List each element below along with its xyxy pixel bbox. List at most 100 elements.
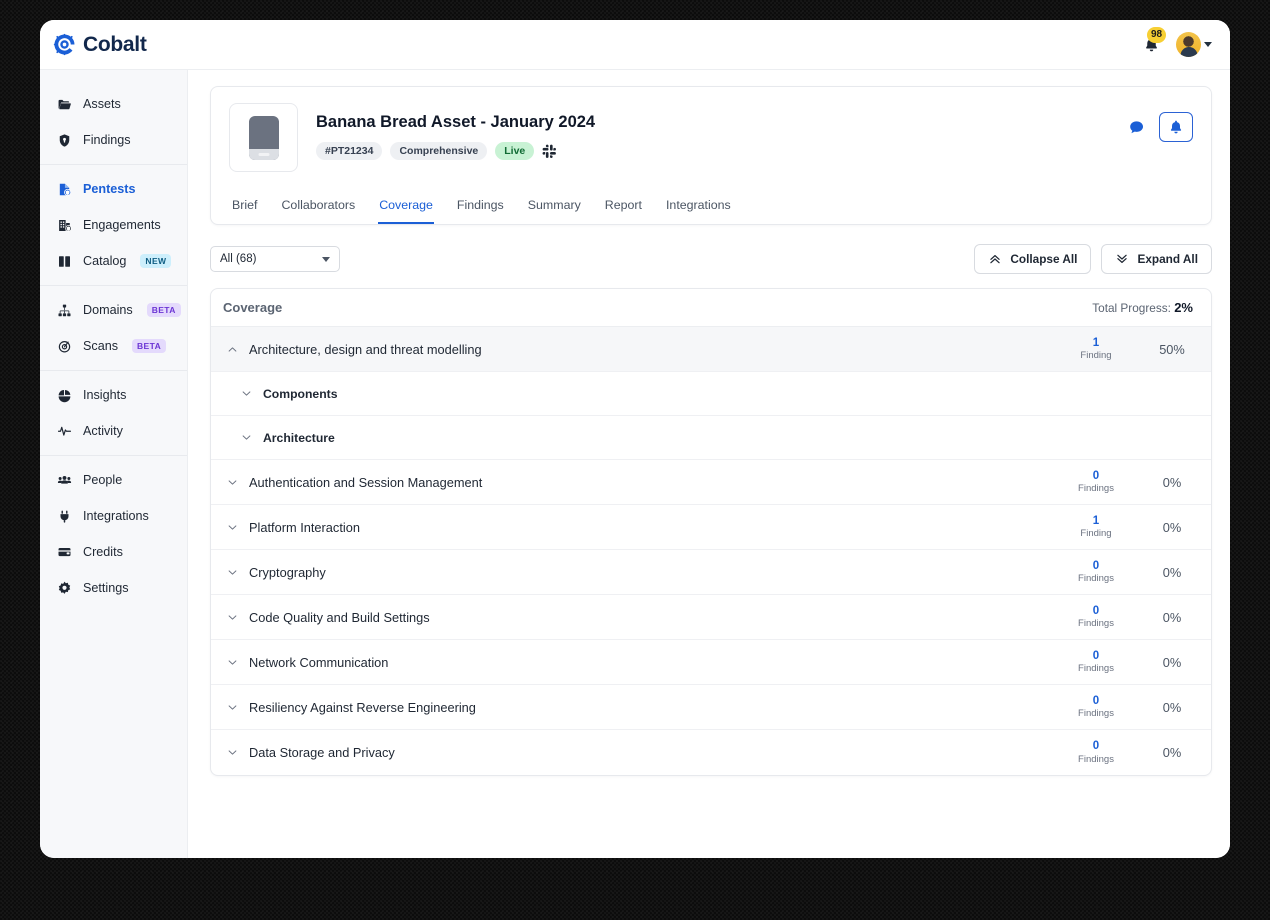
asset-thumbnail — [229, 103, 298, 172]
table-row[interactable]: Authentication and Session Management 0 … — [211, 460, 1211, 505]
top-bar: Cobalt 98 — [40, 20, 1230, 70]
body: Assets Findings Pentests Engagements Cat… — [40, 70, 1230, 858]
sidebar-group-1: Assets Findings — [40, 80, 187, 164]
findings-number: 0 — [1092, 649, 1100, 662]
sidebar-item-domains[interactable]: Domains BETA — [40, 292, 187, 328]
coverage-header-title: Coverage — [223, 300, 283, 315]
table-row[interactable]: Resiliency Against Reverse Engineering 0… — [211, 685, 1211, 730]
tab-collaborators[interactable]: Collaborators — [280, 192, 356, 224]
findings-number: 0 — [1092, 694, 1100, 707]
coverage-table: Coverage Total Progress: 2% Architecture… — [210, 288, 1212, 776]
findings-number: 0 — [1092, 740, 1100, 753]
findings-count[interactable]: 1 Finding — [1053, 514, 1139, 540]
sidebar-item-insights[interactable]: Insights — [40, 377, 187, 413]
findings-label: Findings — [1078, 663, 1114, 675]
table-row[interactable]: Data Storage and Privacy 0 Findings 0% — [211, 730, 1211, 775]
sidebar-item-label: Pentests — [83, 182, 136, 196]
scan-target-icon — [57, 339, 72, 354]
chevron-down-icon[interactable] — [219, 702, 245, 713]
sidebar-item-label: Scans — [83, 339, 119, 353]
subscribe-bell-button[interactable] — [1159, 112, 1193, 142]
findings-count[interactable]: 0 Findings — [1053, 469, 1139, 495]
coverage-category-label: Data Storage and Privacy — [249, 745, 395, 760]
coverage-category-label: Cryptography — [249, 564, 326, 580]
table-row[interactable]: Architecture — [211, 416, 1211, 460]
table-row[interactable]: Code Quality and Build Settings 0 Findin… — [211, 595, 1211, 640]
scans-beta-badge: BETA — [132, 339, 167, 353]
sidebar-item-engagements[interactable]: Engagements — [40, 207, 187, 243]
sidebar-item-label: Settings — [83, 581, 129, 595]
sidebar-item-pentests[interactable]: Pentests — [40, 171, 187, 207]
chevron-down-icon[interactable] — [219, 522, 245, 533]
coverage-category-label: Code Quality and Build Settings — [249, 609, 430, 625]
slack-icon[interactable] — [542, 144, 557, 159]
status-badge: Live — [495, 142, 535, 160]
sidebar-item-label: Credits — [83, 545, 123, 559]
tab-findings[interactable]: Findings — [456, 192, 505, 224]
findings-label: Findings — [1078, 573, 1114, 585]
chevron-down-icon[interactable] — [219, 747, 245, 758]
notifications-button[interactable]: 98 — [1140, 26, 1166, 56]
top-bar-right: 98 — [1140, 26, 1212, 57]
chevron-up-icon[interactable] — [219, 344, 245, 355]
sidebar-item-integrations[interactable]: Integrations — [40, 498, 187, 534]
people-icon — [57, 473, 72, 488]
table-row[interactable]: Platform Interaction 1 Finding 0% — [211, 505, 1211, 550]
table-row[interactable]: Cryptography 0 Findings 0% — [211, 550, 1211, 595]
coverage-table-header: Coverage Total Progress: 2% — [211, 289, 1211, 327]
sidebar-item-catalog[interactable]: Catalog NEW — [40, 243, 187, 279]
findings-count[interactable]: 0 Findings — [1053, 649, 1139, 675]
chevron-down-icon — [322, 256, 330, 262]
sidebar: Assets Findings Pentests Engagements Cat… — [40, 70, 188, 858]
findings-count[interactable]: 0 Findings — [1053, 694, 1139, 720]
coverage-category-label: Resiliency Against Reverse Engineering — [249, 699, 476, 715]
findings-count[interactable]: 0 Findings — [1053, 739, 1139, 765]
tab-summary[interactable]: Summary — [527, 192, 582, 224]
sidebar-item-credits[interactable]: Credits — [40, 534, 187, 570]
chevron-down-icon[interactable] — [219, 612, 245, 623]
coverage-percent: 0% — [1162, 654, 1182, 670]
sidebar-group-4: Insights Activity — [40, 370, 187, 455]
sidebar-item-label: Integrations — [83, 509, 149, 523]
comment-icon — [1129, 120, 1143, 133]
catalog-new-badge: NEW — [140, 254, 172, 268]
sidebar-item-settings[interactable]: Settings — [40, 570, 187, 606]
sidebar-item-scans[interactable]: Scans BETA — [40, 328, 187, 364]
coverage-subcategory-label: Components — [263, 386, 338, 401]
findings-count[interactable]: 1 Finding — [1053, 336, 1139, 362]
tab-integrations[interactable]: Integrations — [665, 192, 732, 224]
chevron-down-icon[interactable] — [233, 388, 259, 399]
tab-coverage[interactable]: Coverage — [378, 192, 434, 224]
findings-count[interactable]: 0 Findings — [1053, 604, 1139, 630]
table-row[interactable]: Network Communication 0 Findings 0% — [211, 640, 1211, 685]
chevron-down-icon[interactable] — [219, 567, 245, 578]
chevron-down-icon[interactable] — [219, 657, 245, 668]
collapse-all-button[interactable]: Collapse All — [974, 244, 1092, 274]
sidebar-item-people[interactable]: People — [40, 462, 187, 498]
findings-label: Findings — [1078, 483, 1114, 495]
asset-header-card: Banana Bread Asset - January 2024 #PT212… — [210, 86, 1212, 225]
asset-badges: #PT21234 Comprehensive Live — [316, 142, 595, 160]
expand-all-button[interactable]: Expand All — [1101, 244, 1212, 274]
table-row[interactable]: Architecture, design and threat modellin… — [211, 327, 1211, 372]
sidebar-item-activity[interactable]: Activity — [40, 413, 187, 449]
comment-button[interactable] — [1125, 116, 1147, 138]
sidebar-item-findings[interactable]: Findings — [40, 122, 187, 158]
tab-report[interactable]: Report — [604, 192, 643, 224]
findings-number: 1 — [1092, 514, 1100, 527]
table-row[interactable]: Components — [211, 372, 1211, 416]
coverage-filter-select[interactable]: All (68) — [210, 246, 340, 272]
user-menu[interactable] — [1176, 32, 1212, 57]
chevron-down-icon[interactable] — [219, 477, 245, 488]
findings-count[interactable]: 0 Findings — [1053, 559, 1139, 585]
pie-chart-icon — [57, 388, 72, 403]
findings-label: Findings — [1078, 618, 1114, 630]
chevron-down-icon[interactable] — [233, 432, 259, 443]
sidebar-item-assets[interactable]: Assets — [40, 86, 187, 122]
expand-all-label: Expand All — [1137, 252, 1198, 266]
tab-brief[interactable]: Brief — [231, 192, 258, 224]
brand-logo[interactable]: Cobalt — [53, 33, 147, 57]
sidebar-item-label: Insights — [83, 388, 127, 402]
sidebar-group-5: People Integrations Credits Settings — [40, 455, 187, 612]
sidebar-group-2: Pentests Engagements Catalog NEW — [40, 164, 187, 285]
